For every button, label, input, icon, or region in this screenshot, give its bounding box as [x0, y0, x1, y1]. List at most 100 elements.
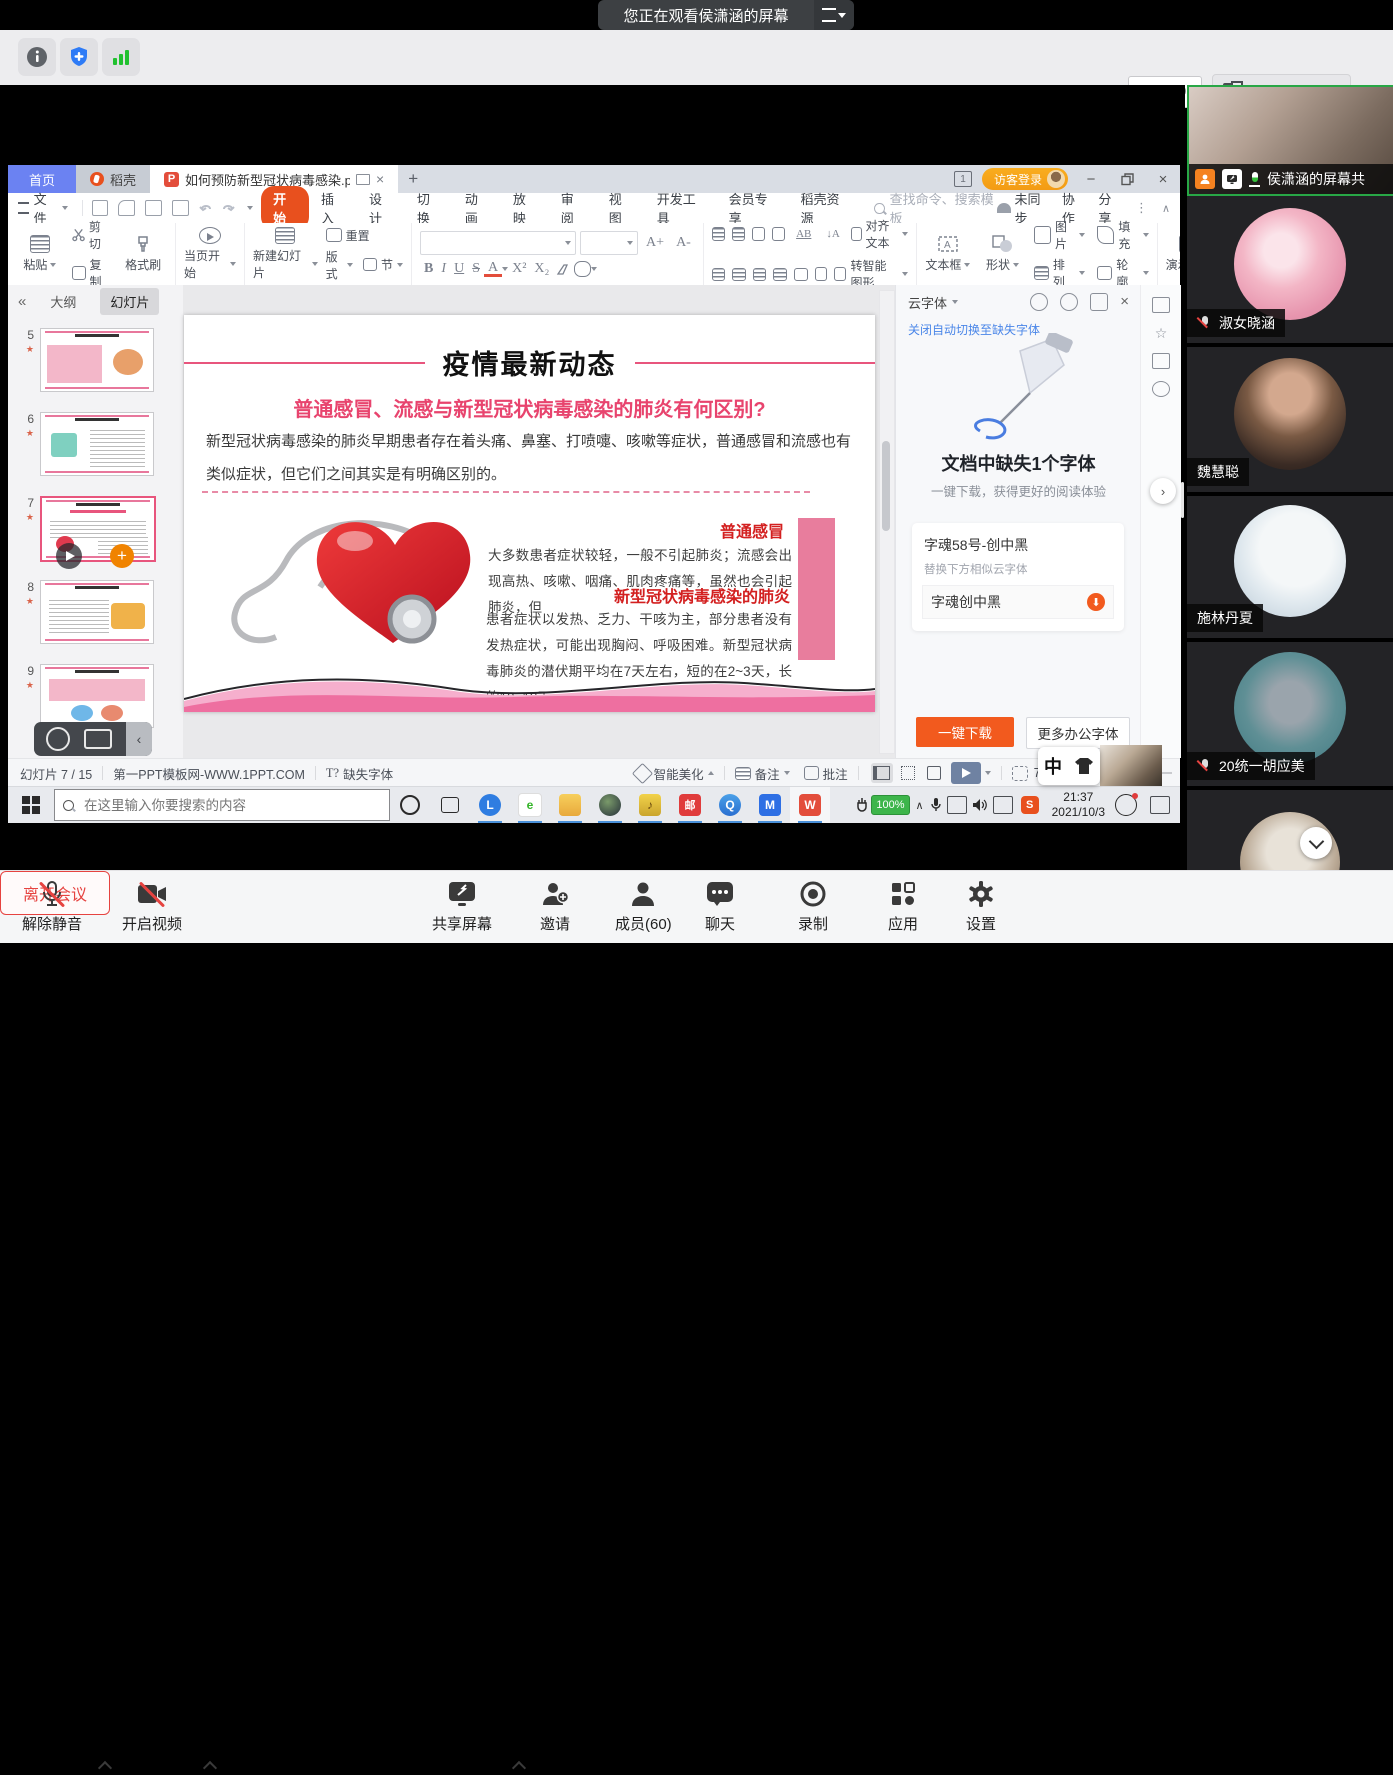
picture-button[interactable]: 图片 [1034, 218, 1085, 252]
numbered-list-icon[interactable] [732, 227, 745, 241]
more-quick-commands-icon[interactable] [247, 206, 253, 210]
tab-slides[interactable]: 幻灯片 [100, 288, 159, 315]
taskbar-app-game[interactable] [590, 787, 630, 823]
layout-button[interactable]: 版式 [326, 248, 353, 282]
mic-options-caret[interactable] [100, 1763, 110, 1773]
collapse-left-icon[interactable]: ‹ [126, 722, 152, 756]
expand-panel-button[interactable]: › [1150, 478, 1176, 504]
decrease-font-button[interactable]: A- [672, 235, 695, 251]
export-icon[interactable] [118, 200, 135, 216]
search-input[interactable] [82, 797, 336, 814]
underline-button[interactable]: U [450, 261, 468, 277]
thumb-play-button[interactable] [56, 543, 82, 569]
close-tab-icon[interactable]: × [376, 171, 384, 187]
line-spacing-button[interactable]: ↓A [822, 228, 843, 240]
unmute-button[interactable]: 解除静音 [22, 879, 82, 934]
keyboard-icon[interactable] [84, 729, 112, 749]
share-screen-button[interactable]: 共享屏幕 [432, 879, 492, 934]
meeting-network-button[interactable] [102, 38, 140, 76]
align-right-icon[interactable] [753, 268, 767, 281]
help-icon[interactable] [1152, 381, 1170, 397]
redo-icon[interactable] [220, 201, 235, 215]
task-view-button[interactable] [430, 787, 470, 823]
panel-resize-handle[interactable] [1181, 482, 1184, 518]
taskbar-search[interactable] [54, 789, 390, 821]
notes-button[interactable]: 备注 [735, 764, 790, 783]
settings-button[interactable]: 设置 [966, 879, 996, 934]
textbox-button[interactable]: A 文本框 [925, 227, 972, 281]
slide-thumb-row-5[interactable]: 5★ [18, 328, 154, 392]
emoji-icon[interactable] [46, 727, 70, 751]
text-effects-caret[interactable] [591, 267, 597, 271]
paste-button[interactable]: 粘贴 [16, 227, 64, 281]
participant-tile-screen-share[interactable]: 侯潇涵的屏幕共 [1187, 85, 1393, 196]
font-size-combobox[interactable] [580, 231, 638, 255]
tray-sogou-icon[interactable]: S [1021, 796, 1039, 814]
play-from-current-button[interactable]: 当页开始 [184, 227, 236, 281]
align-center-icon[interactable] [732, 268, 746, 281]
participant-tile[interactable]: 施林丹夏 [1187, 496, 1393, 638]
taskbar-app-browserq[interactable]: Q [710, 787, 750, 823]
taskbar-clock[interactable]: 21:37 2021/10/3 [1052, 790, 1105, 820]
print-icon[interactable] [145, 200, 162, 216]
start-video-button[interactable]: 开启视频 [122, 879, 182, 934]
italic-button[interactable]: I [437, 261, 450, 277]
chat-button[interactable]: 聊天 [705, 879, 735, 934]
para-spacing-icon[interactable] [815, 267, 828, 281]
layers-icon[interactable] [1152, 353, 1170, 369]
apps-button[interactable]: 应用 [888, 879, 918, 934]
collapse-panel-button[interactable]: « [18, 293, 26, 310]
cut-button[interactable]: 剪切 [72, 218, 112, 252]
share-options-caret[interactable] [514, 1763, 524, 1773]
slide-thumbnail[interactable] [40, 580, 154, 644]
taskbar-app-explorer[interactable] [550, 787, 590, 823]
superscript-button[interactable]: X² [508, 261, 530, 277]
scroll-thumb[interactable] [882, 441, 890, 531]
download-font-icon[interactable]: ⬇ [1087, 593, 1105, 611]
tray-assistant-icon[interactable] [1115, 794, 1137, 816]
properties-icon[interactable] [1152, 297, 1170, 313]
video-options-caret[interactable] [205, 1763, 215, 1773]
slide-thumbnail[interactable] [40, 328, 154, 392]
participant-tile-partial[interactable] [1187, 790, 1393, 870]
taskbar-app-clock[interactable]: L [470, 787, 510, 823]
section-button[interactable]: 节 [363, 248, 403, 282]
increase-font-button[interactable]: A+ [642, 235, 668, 251]
increase-indent-icon[interactable] [772, 227, 785, 241]
undo-icon[interactable] [198, 201, 213, 215]
format-painter-button[interactable]: 格式刷 [119, 227, 167, 281]
more-menu-icon[interactable]: ⋮ [1135, 200, 1148, 216]
slide-vertical-scrollbar[interactable] [879, 290, 895, 754]
decrease-indent-icon[interactable] [752, 227, 765, 241]
caret-down-icon[interactable] [952, 300, 958, 304]
slide-thumbnail[interactable] [40, 412, 154, 476]
tray-mic-icon[interactable] [930, 797, 942, 813]
scroll-participants-down-button[interactable] [1300, 827, 1332, 859]
print-preview-icon[interactable] [172, 200, 189, 216]
tab-outline[interactable]: 大纲 [40, 288, 86, 315]
slide-thumbnail[interactable] [40, 664, 154, 728]
slide-thumb-row-8[interactable]: 8★ [18, 580, 154, 644]
meeting-security-button[interactable] [60, 38, 98, 76]
subscript-button[interactable]: X₂ [530, 261, 553, 277]
similar-font-row[interactable]: 字魂创中黑 ⬇ [922, 585, 1114, 619]
reading-view-button[interactable] [923, 763, 945, 783]
play-options-caret[interactable] [985, 771, 991, 775]
align-text-button[interactable]: 对齐文本 [851, 217, 908, 251]
cortana-button[interactable] [390, 787, 430, 823]
reset-button[interactable]: 重置 [326, 227, 403, 244]
members-button[interactable]: 成员(60) [615, 879, 672, 934]
thumb-add-slide-button[interactable]: + [110, 544, 134, 568]
char-direction-button[interactable]: AB [792, 228, 815, 240]
font-color-button[interactable]: A [484, 262, 502, 277]
participant-tile[interactable]: 20统一胡应美 [1187, 642, 1393, 786]
taskbar-app-meeting[interactable]: M [750, 787, 790, 823]
file-menu[interactable]: 文件 [8, 189, 78, 227]
collapse-ribbon-icon[interactable]: ∧ [1162, 202, 1170, 215]
tray-ime-icon[interactable] [993, 796, 1013, 814]
present-tools-button[interactable]: 演示工具 [1166, 227, 1180, 281]
download-all-button[interactable]: 一键下载 [916, 717, 1014, 747]
missing-font-status[interactable]: T? 缺失字体 [326, 764, 393, 783]
window-switch-icon[interactable]: 1 [954, 171, 972, 187]
tray-volume-icon[interactable] [972, 798, 988, 812]
